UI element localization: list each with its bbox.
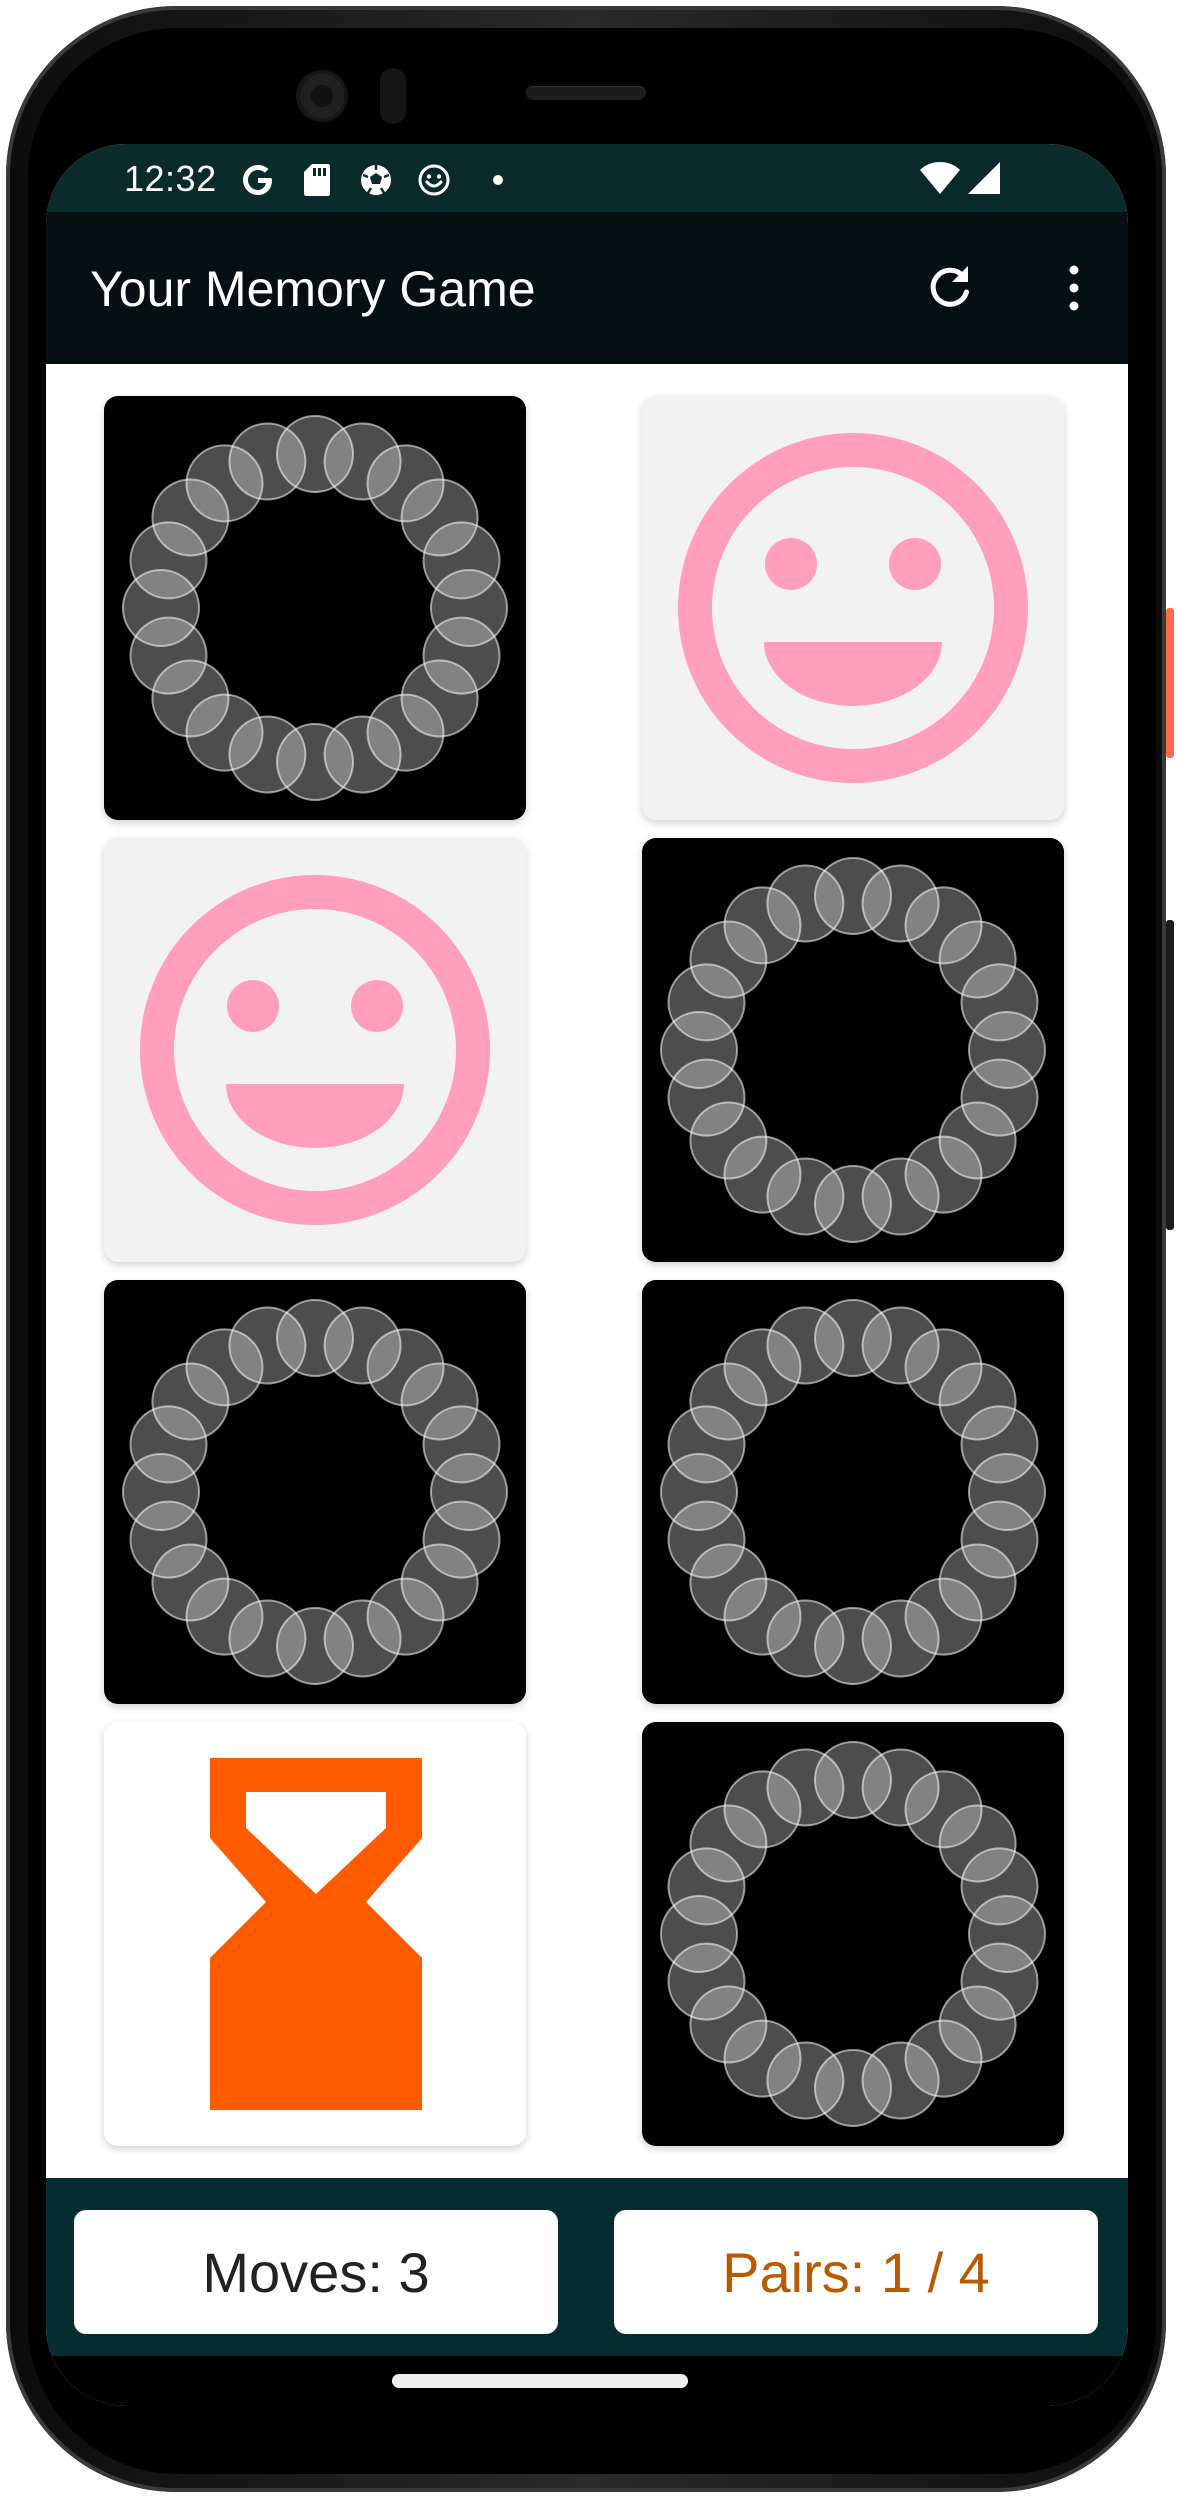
sd-card-icon	[304, 164, 330, 196]
circle-ring-pattern	[122, 1299, 508, 1685]
card-face-down[interactable]	[642, 1280, 1064, 1704]
circle-ring-pattern	[660, 857, 1046, 1243]
moves-label: Moves: 3	[202, 2240, 430, 2304]
status-bar: 12:32	[46, 144, 1128, 212]
circle-ring-pattern	[660, 1299, 1046, 1685]
cell-signal-icon	[968, 162, 1000, 194]
pairs-label: Pairs: 1 / 4	[722, 2240, 990, 2304]
card-hourglass[interactable]	[104, 1722, 526, 2146]
wifi-icon	[920, 162, 960, 194]
dot-icon	[493, 175, 503, 185]
card-face-down[interactable]	[642, 1722, 1064, 2146]
power-button	[1166, 608, 1174, 758]
circle-ring-pattern	[122, 415, 508, 801]
smiley-face-icon	[418, 164, 450, 196]
home-gesture-handle[interactable]	[392, 2374, 688, 2388]
refresh-icon[interactable]	[922, 260, 978, 316]
card-face-down[interactable]	[104, 396, 526, 820]
proximity-sensor	[380, 68, 406, 124]
volume-button	[1166, 920, 1174, 1230]
status-time: 12:32	[124, 158, 217, 199]
more-vert-icon[interactable]	[1046, 260, 1102, 316]
circle-ring-pattern	[660, 1741, 1046, 2127]
google-g-icon	[243, 165, 272, 195]
app-title: Your Memory Game	[90, 261, 536, 317]
front-camera	[296, 70, 348, 122]
card-face-down[interactable]	[104, 1280, 526, 1704]
earpiece-speaker	[526, 86, 646, 100]
card-face-down[interactable]	[642, 838, 1064, 1262]
stats-bar: Moves: 3 Pairs: 1 / 4	[46, 2178, 1128, 2356]
smiley-icon	[678, 433, 1028, 783]
app-bar: Your Memory Game	[46, 212, 1128, 364]
screen: 12:32 Your Memory Game Moves: 3 Pairs: 1…	[46, 144, 1128, 2406]
soccer-ball-icon	[361, 165, 391, 195]
hourglass-icon	[210, 1758, 422, 2110]
smiley-icon	[140, 875, 490, 1225]
moves-counter: Moves: 3	[74, 2210, 558, 2334]
pairs-counter: Pairs: 1 / 4	[614, 2210, 1098, 2334]
card-smiley[interactable]	[642, 396, 1064, 820]
card-smiley[interactable]	[104, 838, 526, 1262]
